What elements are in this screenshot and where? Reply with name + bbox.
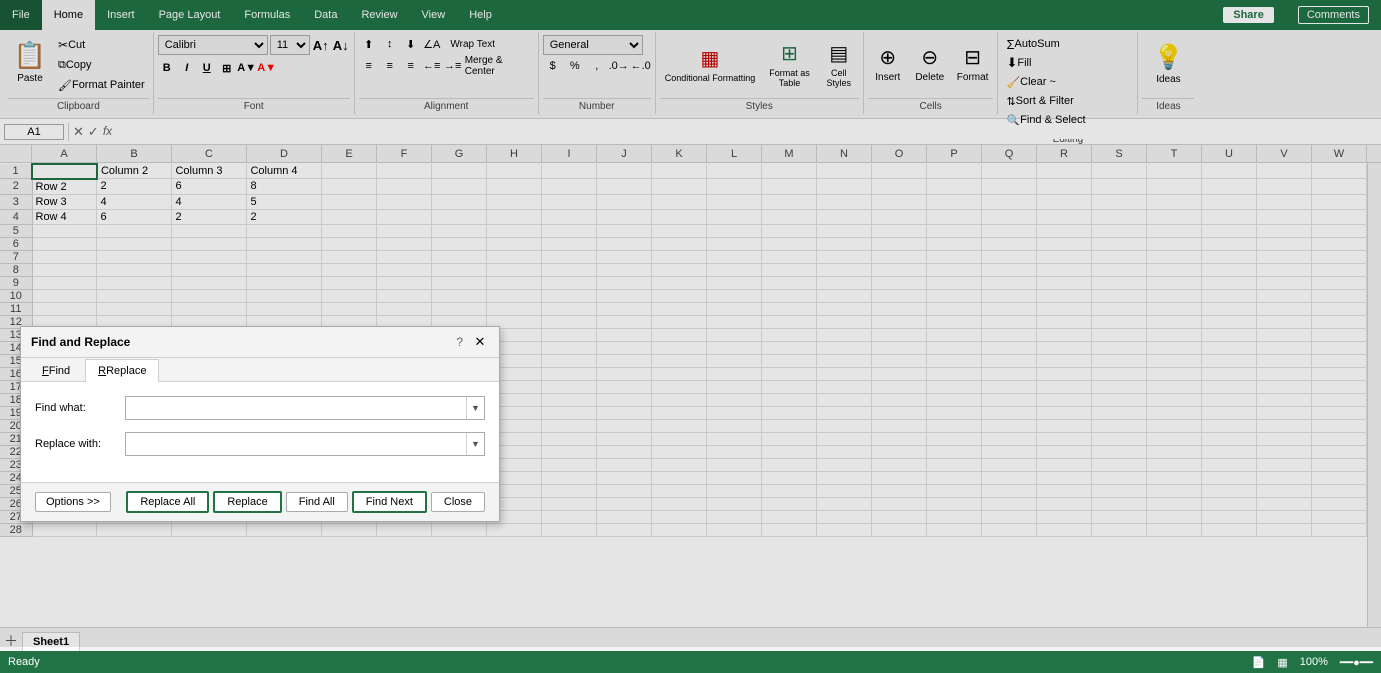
dialog-body: Find what: ▼ Replace with: ▼	[21, 382, 499, 482]
dialog-footer: Options >> Replace All Replace Find All …	[21, 482, 499, 521]
layout-button[interactable]: ▦	[1277, 656, 1287, 669]
zoom-level: 100%	[1300, 656, 1328, 668]
dialog-close-button[interactable]: ✕	[471, 333, 489, 351]
options-button[interactable]: Options >>	[35, 492, 111, 512]
action-buttons: Replace All Replace Find All Find Next C…	[126, 491, 485, 513]
find-what-input-wrap: ▼	[125, 396, 485, 420]
ready-status: Ready	[8, 656, 40, 668]
dialog-tabs: FFind RReplace	[21, 358, 499, 382]
find-what-label: Find what:	[35, 402, 125, 414]
dialog-tab-find[interactable]: FFind	[29, 359, 83, 382]
find-what-field: Find what: ▼	[35, 396, 485, 420]
replace-with-input-wrap: ▼	[125, 432, 485, 456]
page-status: 📄	[1252, 656, 1266, 669]
replace-all-button[interactable]: Replace All	[126, 491, 209, 513]
status-bar: Ready 📄 ▦ 100% ━━●━━	[0, 651, 1381, 673]
find-what-dropdown[interactable]: ▼	[466, 397, 484, 419]
close-button[interactable]: Close	[431, 492, 485, 512]
dialog-title-bar[interactable]: Find and Replace ? ✕	[21, 327, 499, 358]
find-replace-dialog: Find and Replace ? ✕ FFind RReplace Find…	[20, 326, 500, 522]
find-next-button[interactable]: Find Next	[352, 491, 427, 513]
replace-with-input[interactable]	[126, 435, 466, 453]
dialog-help-icon[interactable]: ?	[456, 335, 463, 349]
zoom-slider[interactable]: ━━●━━	[1340, 656, 1373, 669]
replace-with-dropdown[interactable]: ▼	[466, 433, 484, 455]
modal-overlay: Find and Replace ? ✕ FFind RReplace Find…	[0, 0, 1381, 647]
replace-button[interactable]: Replace	[213, 491, 281, 513]
replace-with-label: Replace with:	[35, 438, 125, 450]
replace-with-field: Replace with: ▼	[35, 432, 485, 456]
find-all-button[interactable]: Find All	[286, 492, 348, 512]
find-what-input[interactable]	[126, 399, 466, 417]
dialog-title: Find and Replace	[31, 335, 130, 349]
dialog-tab-replace[interactable]: RReplace	[85, 359, 159, 382]
